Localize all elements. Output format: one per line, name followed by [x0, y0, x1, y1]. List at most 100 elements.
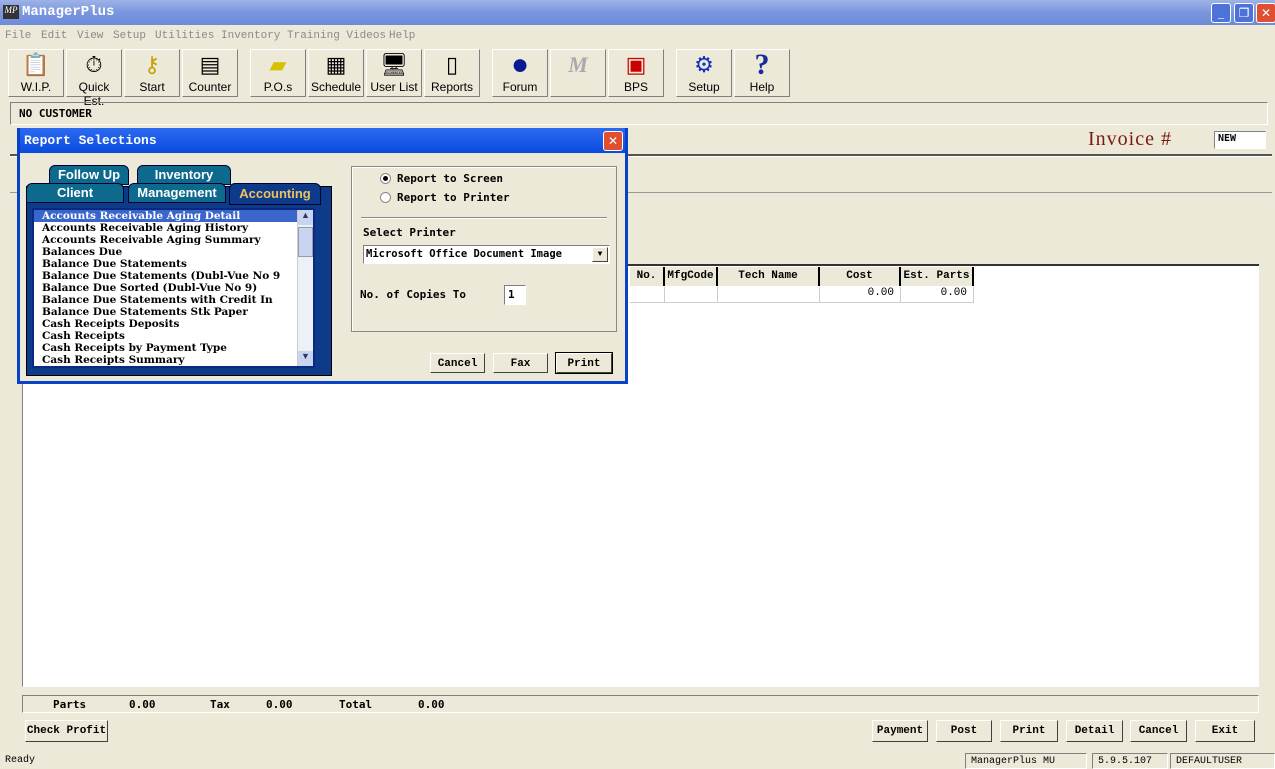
report-list-item[interactable]: Accounts Receivable Aging History	[34, 222, 313, 234]
reports-icon: ▯	[445, 52, 459, 77]
menu-inventory[interactable]: Inventory	[221, 30, 280, 42]
detail-button[interactable]: Detail	[1066, 720, 1123, 742]
dialog-close-button[interactable]: ✕	[603, 131, 623, 151]
post-button[interactable]: Post	[936, 720, 992, 742]
report-list-item[interactable]: Balance Due Statements	[34, 258, 313, 270]
reports-button[interactable]: ▯ Reports	[424, 49, 480, 97]
register-icon: ▤	[199, 52, 221, 77]
customer-field[interactable]: NO CUSTOMER	[10, 102, 1268, 125]
copies-field[interactable]: 1	[504, 285, 526, 305]
select-printer-label: Select Printer	[363, 226, 456, 239]
grid-cell-cost[interactable]: 0.00	[820, 287, 901, 303]
schedule-button[interactable]: ▦ Schedule	[308, 49, 364, 97]
maximize-button[interactable]: ❐	[1234, 3, 1254, 23]
bps-button[interactable]: ▣ BPS	[608, 49, 664, 97]
user-list-button[interactable]: 🖥 User List	[366, 49, 422, 97]
window-title: ManagerPlus	[22, 4, 115, 20]
report-list-item[interactable]: Balance Due Statements with Credit In	[34, 294, 313, 306]
tax-value: 0.00	[266, 698, 293, 711]
report-list-item[interactable]: Cash Receipts Deposits	[34, 318, 313, 330]
grid-cell[interactable]	[718, 287, 820, 303]
menu-file[interactable]: File	[5, 30, 31, 42]
printer-select[interactable]: Microsoft Office Document Image	[363, 245, 610, 264]
minimize-button[interactable]: _	[1211, 3, 1231, 23]
report-to-screen-radio[interactable]	[380, 173, 391, 184]
stopwatch-icon: ⏱	[85, 52, 103, 77]
list-scrollbar[interactable]: ▲ ▼	[297, 210, 313, 366]
print-button[interactable]: Print	[1000, 720, 1058, 742]
grid-cell[interactable]	[630, 287, 665, 303]
start-button[interactable]: ⚷ Start	[124, 49, 180, 97]
report-list-item[interactable]: Cash Receipts by Payment Type	[34, 342, 313, 354]
report-list-item[interactable]: Balance Due Sorted (Dubl-Vue No 9)	[34, 282, 313, 294]
scroll-down-icon[interactable]: ▼	[298, 351, 313, 366]
menu-setup[interactable]: Setup	[113, 30, 146, 42]
column-header-tech-name[interactable]: Tech Name	[718, 267, 820, 286]
column-header-mfgcode[interactable]: MfgCode	[665, 267, 718, 286]
report-to-printer-radio[interactable]	[380, 192, 391, 203]
menu-edit[interactable]: Edit	[41, 30, 67, 42]
menu-training-videos[interactable]: Training Videos	[287, 30, 386, 42]
dialog-title: Report Selections	[20, 128, 625, 153]
check-profit-button[interactable]: Check Profit	[25, 720, 108, 742]
gears-icon: ⚙	[694, 52, 714, 77]
m-logo-icon: M	[568, 52, 588, 77]
forum-button[interactable]: ● Forum	[492, 49, 548, 97]
scroll-up-icon[interactable]: ▲	[298, 210, 313, 225]
report-to-printer-label[interactable]: Report to Printer	[397, 191, 510, 204]
grid-cell-est-parts[interactable]: 0.00	[901, 287, 974, 303]
wip-button[interactable]: 📋 W.I.P.	[8, 49, 64, 97]
question-icon: ?	[754, 48, 770, 81]
parts-label: Parts	[53, 698, 87, 711]
app-logo-icon: MP	[3, 5, 19, 19]
exit-button[interactable]: Exit	[1195, 720, 1255, 742]
help-button[interactable]: ? Help	[734, 49, 790, 97]
tab-client[interactable]: Client	[26, 183, 124, 203]
menu-utilities[interactable]: Utilities	[155, 30, 214, 42]
tab-management[interactable]: Management	[128, 183, 226, 203]
report-list-item[interactable]: Cash Receipts Summary	[34, 354, 313, 366]
copies-label: No. of Copies To	[360, 288, 466, 301]
parts-value: 0.00	[129, 698, 156, 711]
report-list-item[interactable]: Balances Due	[34, 246, 313, 258]
quick-est-button[interactable]: ⏱ Quick Est.	[66, 49, 122, 108]
report-list-item[interactable]: Cash Receipts	[34, 330, 313, 342]
calendar-icon: ▦	[325, 52, 347, 77]
total-value: 0.00	[418, 698, 445, 711]
report-list[interactable]: Accounts Receivable Aging Detail Accounts…	[32, 208, 315, 368]
menu-view[interactable]: View	[77, 30, 103, 42]
menu-help[interactable]: Help	[389, 30, 415, 42]
divider	[361, 217, 607, 219]
tab-inventory[interactable]: Inventory	[137, 165, 231, 185]
report-to-screen-label[interactable]: Report to Screen	[397, 172, 503, 185]
chevron-down-icon[interactable]: ▼	[592, 247, 608, 262]
column-header-no[interactable]: No.	[630, 267, 665, 286]
invoice-number-field[interactable]: NEW	[1214, 131, 1266, 149]
dialog-print-button[interactable]: Print	[555, 352, 613, 374]
grid-cell[interactable]	[665, 287, 718, 303]
pos-button[interactable]: ▰ P.O.s	[250, 49, 306, 97]
scroll-thumb[interactable]	[298, 227, 313, 257]
computer-icon: 🖥	[380, 52, 408, 77]
report-list-item[interactable]: Accounts Receivable Aging Detail	[34, 210, 313, 222]
purchase-order-icon: ▰	[269, 52, 287, 77]
counter-button[interactable]: ▤ Counter	[182, 49, 238, 97]
close-button[interactable]: ✕	[1256, 3, 1275, 23]
report-list-item[interactable]: Balance Due Statements (Dubl-Vue No 9	[34, 270, 313, 282]
column-header-cost[interactable]: Cost	[820, 267, 901, 286]
total-label: Total	[339, 698, 373, 711]
m-button[interactable]: M	[550, 49, 606, 97]
dialog-cancel-button[interactable]: Cancel	[430, 353, 485, 373]
setup-button[interactable]: ⚙ Setup	[676, 49, 732, 97]
payment-button[interactable]: Payment	[872, 720, 928, 742]
title-bar: MP ManagerPlus _ ❐ ✕	[0, 0, 1275, 25]
cancel-button[interactable]: Cancel	[1130, 720, 1187, 742]
status-product: ManagerPlus MU	[965, 753, 1087, 769]
column-header-est-parts[interactable]: Est. Parts	[901, 267, 974, 286]
report-list-item[interactable]: Balance Due Statements Stk Paper	[34, 306, 313, 318]
tab-follow-up[interactable]: Follow Up	[49, 165, 129, 185]
tax-label: Tax	[210, 698, 230, 711]
report-list-item[interactable]: Accounts Receivable Aging Summary	[34, 234, 313, 246]
tab-accounting[interactable]: Accounting	[229, 183, 321, 205]
dialog-fax-button[interactable]: Fax	[493, 353, 548, 373]
